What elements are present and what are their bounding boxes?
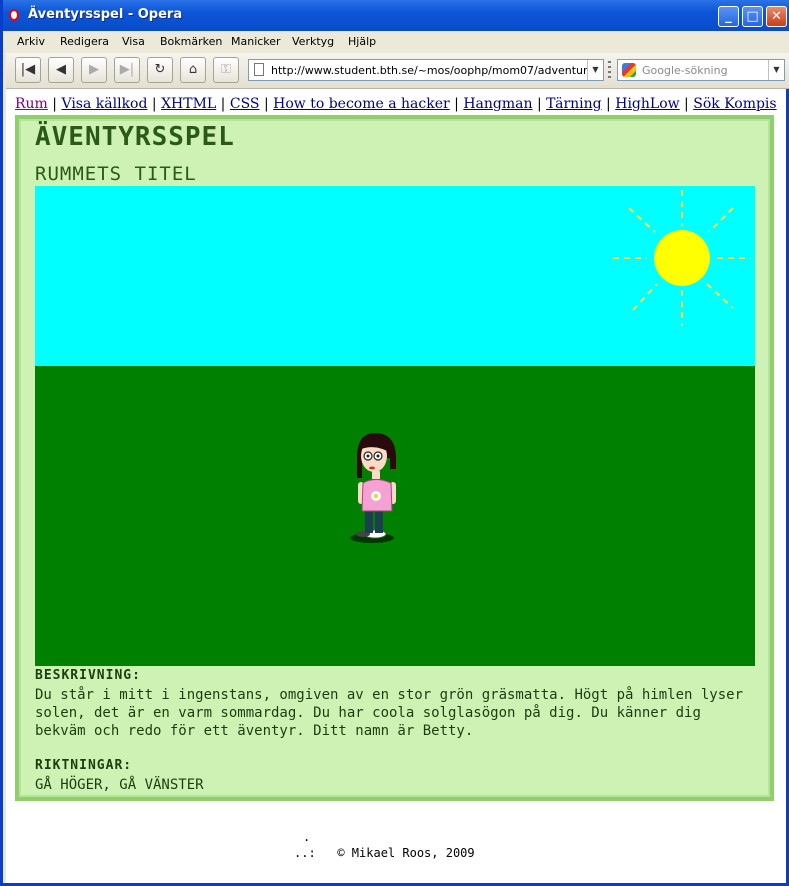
minimize-button[interactable]: _ — [718, 6, 739, 27]
link-rum[interactable]: Rum — [15, 96, 48, 112]
navigation-toolbar: |◀ ◀ ▶ ▶| ↻ ⌂ ⚿ http://www.student.bth.s… — [6, 53, 789, 89]
toolbar-grip-icon[interactable] — [608, 61, 611, 79]
description-label: BESKRIVNING: — [35, 668, 141, 683]
search-dropdown-icon[interactable]: ▼ — [768, 60, 784, 80]
address-input[interactable]: http://www.student.bth.se/~mos/oophp/mom… — [271, 64, 587, 77]
directions-label: RIKTNINGAR: — [35, 758, 133, 773]
link-hangman[interactable]: Hangman — [463, 96, 532, 112]
link-highlow[interactable]: HighLow — [615, 96, 679, 112]
menu-bokmarken[interactable]: Bokmärken — [160, 35, 222, 48]
wand-icon[interactable]: ⚿ — [213, 57, 239, 83]
forward-icon[interactable]: ▶ — [81, 57, 107, 83]
address-dropdown-icon[interactable]: ▼ — [587, 60, 603, 80]
search-box[interactable]: Google-sökning ▼ — [617, 59, 785, 81]
rewind-icon[interactable]: |◀ — [15, 57, 41, 83]
menu-verktyg[interactable]: Verktyg — [292, 35, 334, 48]
back-icon[interactable]: ◀ — [48, 57, 74, 83]
google-icon — [622, 63, 636, 77]
menu-arkiv[interactable]: Arkiv — [17, 35, 45, 48]
link-sok-kompis[interactable]: Sök Kompis — [693, 96, 776, 112]
link-xhtml[interactable]: XHTML — [161, 96, 216, 112]
footer-dots: . — [303, 830, 311, 844]
betty-character-icon — [350, 433, 396, 543]
page-icon — [254, 63, 264, 76]
room-scene — [35, 186, 755, 666]
link-visa-kallkod[interactable]: Visa källkod — [61, 96, 147, 112]
browser-window: Äventyrsspel - Opera _ □ ✕ Arkiv Rediger… — [0, 0, 789, 886]
search-input[interactable]: Google-sökning — [642, 64, 728, 77]
room-description: Du står i mitt i ingenstans, omgiven av … — [35, 687, 744, 739]
game-panel: ÄVENTYRSSPEL RUMMETS TITEL BESKRIVNING: … — [15, 115, 774, 801]
link-css[interactable]: CSS — [230, 96, 260, 112]
menu-manicker[interactable]: Manicker — [231, 35, 281, 48]
scene-art — [350, 190, 751, 543]
menu-visa[interactable]: Visa — [122, 35, 145, 48]
menu-bar: Arkiv Redigera Visa Bokmärken Manicker V… — [6, 31, 789, 53]
opera-logo-icon — [9, 9, 19, 21]
link-tarning[interactable]: Tärning — [546, 96, 601, 112]
menu-redigera[interactable]: Redigera — [60, 35, 109, 48]
reload-icon[interactable]: ↻ — [147, 57, 173, 83]
window-title: Äventyrsspel - Opera — [28, 7, 183, 22]
menu-hjalp[interactable]: Hjälp — [348, 35, 376, 48]
directions-text: GÅ HÖGER, GÅ VÄNSTER — [35, 777, 204, 793]
footer-credit: ..: © Mikael Roos, 2009 — [294, 846, 475, 860]
fast-forward-icon[interactable]: ▶| — [114, 57, 140, 83]
nav-links: Rum | Visa källkod | XHTML | CSS | How t… — [15, 96, 777, 112]
game-title: ÄVENTYRSSPEL — [35, 122, 235, 152]
room-title: RUMMETS TITEL — [35, 163, 197, 185]
close-button[interactable]: ✕ — [766, 6, 787, 27]
address-bar[interactable]: http://www.student.bth.se/~mos/oophp/mom… — [248, 59, 604, 81]
title-bar[interactable]: Äventyrsspel - Opera _ □ ✕ — [3, 0, 789, 31]
page-content: Rum | Visa källkod | XHTML | CSS | How t… — [6, 89, 786, 883]
sun-icon — [613, 190, 751, 326]
link-hacker[interactable]: How to become a hacker — [273, 96, 450, 112]
maximize-button[interactable]: □ — [742, 6, 763, 27]
home-icon[interactable]: ⌂ — [180, 57, 206, 83]
